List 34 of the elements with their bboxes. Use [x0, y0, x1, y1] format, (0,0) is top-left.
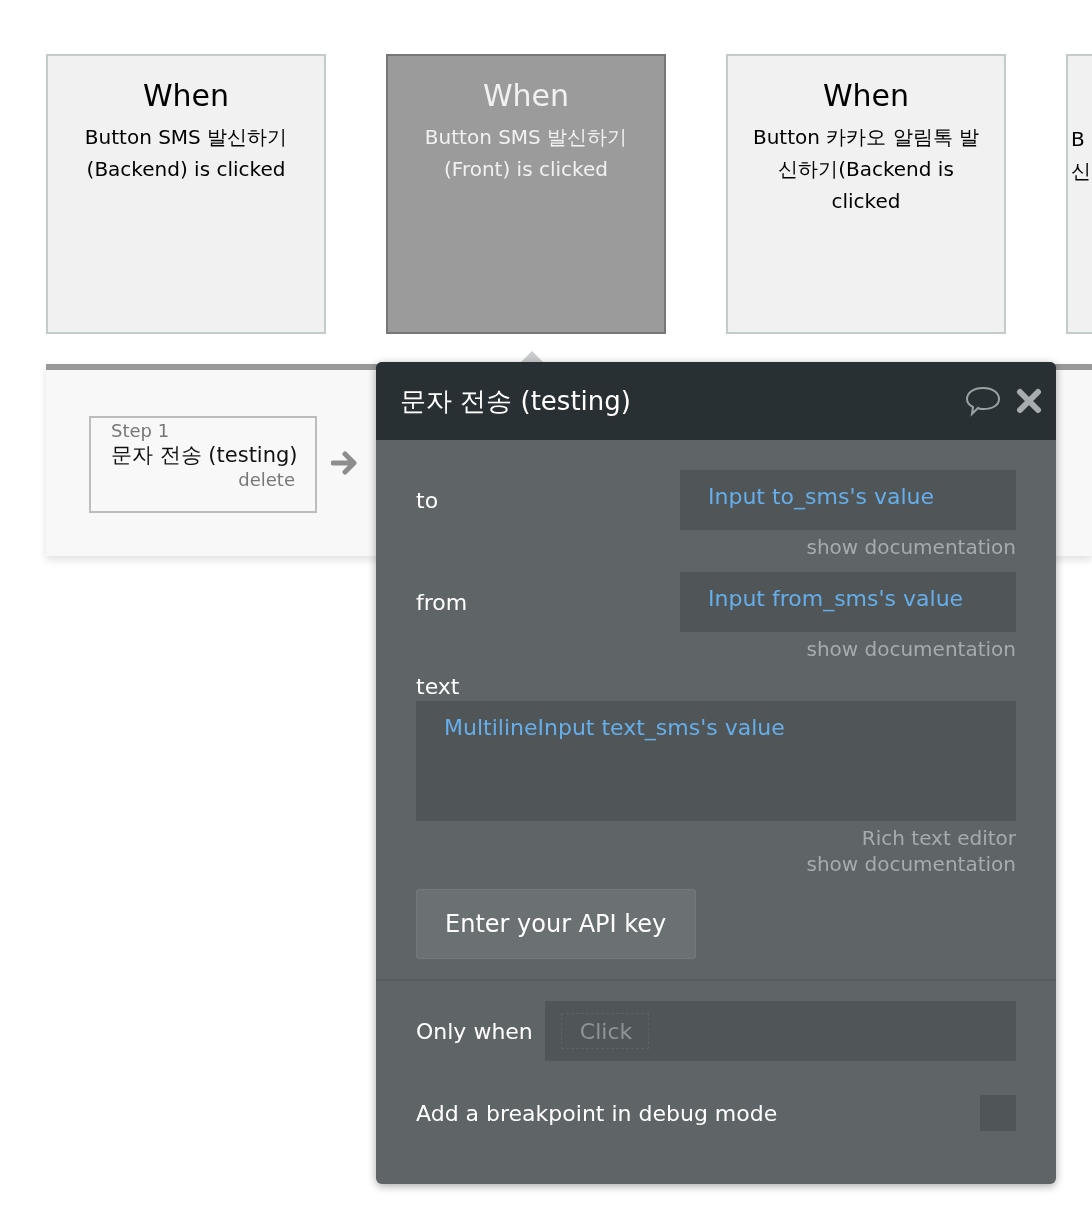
event-description: Button 카카오 알림톡 발 신하기(Backend is clicked [751, 124, 981, 215]
expression-field[interactable]: MultilineInput text_sms's value [416, 701, 1016, 821]
step-name: 문자 전송 (testing) [111, 441, 295, 469]
panel-title: 문자 전송 (testing) [400, 384, 632, 418]
expression-field[interactable]: Input to_sms's value [680, 470, 1016, 530]
event-card[interactable]: When Button 카카오 알림톡 발 신하기(Backend is clicked [726, 54, 1006, 334]
condition-input[interactable]: Click [560, 1013, 649, 1049]
field-label: from [416, 589, 468, 615]
card-title: When [481, 78, 571, 113]
field-label: Only when [416, 1018, 533, 1044]
documentation-link[interactable]: Rich text editor [861, 825, 1016, 851]
step-card[interactable]: Step 1 문자 전송 (testing) delete [89, 415, 317, 513]
field-label: text [416, 674, 461, 699]
card-title: When [141, 78, 231, 113]
field-label: to [416, 487, 439, 513]
event-description: Button SMS 발신하기 (Backend) is clicked [83, 124, 289, 183]
event-description: B 신 [1070, 126, 1092, 185]
arrow-icon [331, 450, 359, 476]
comment-icon[interactable] [964, 385, 1002, 417]
event-card[interactable]: When Button SMS 발신하기 (Front) is clicked [386, 54, 666, 334]
delete-link[interactable]: delete [238, 468, 295, 490]
expression-field[interactable]: Input from_sms's value [680, 572, 1016, 632]
breakpoint-label: Add a breakpoint in debug mode [416, 1100, 778, 1126]
event-card[interactable]: B 신 [1066, 54, 1092, 334]
close-icon[interactable] [1016, 388, 1042, 414]
condition-field[interactable]: Click [544, 1001, 1016, 1061]
card-title: When [821, 78, 911, 113]
api-key-button[interactable]: Enter your API key [416, 889, 696, 959]
step-label: Step 1 [111, 419, 171, 441]
documentation-link[interactable]: show documentation [806, 851, 1016, 877]
event-description: Button SMS 발신하기 (Front) is clicked [423, 124, 629, 183]
documentation-link[interactable]: show documentation [806, 534, 1016, 560]
documentation-link[interactable]: show documentation [806, 636, 1016, 662]
event-card[interactable]: When Button SMS 발신하기 (Backend) is clicked [46, 54, 326, 334]
